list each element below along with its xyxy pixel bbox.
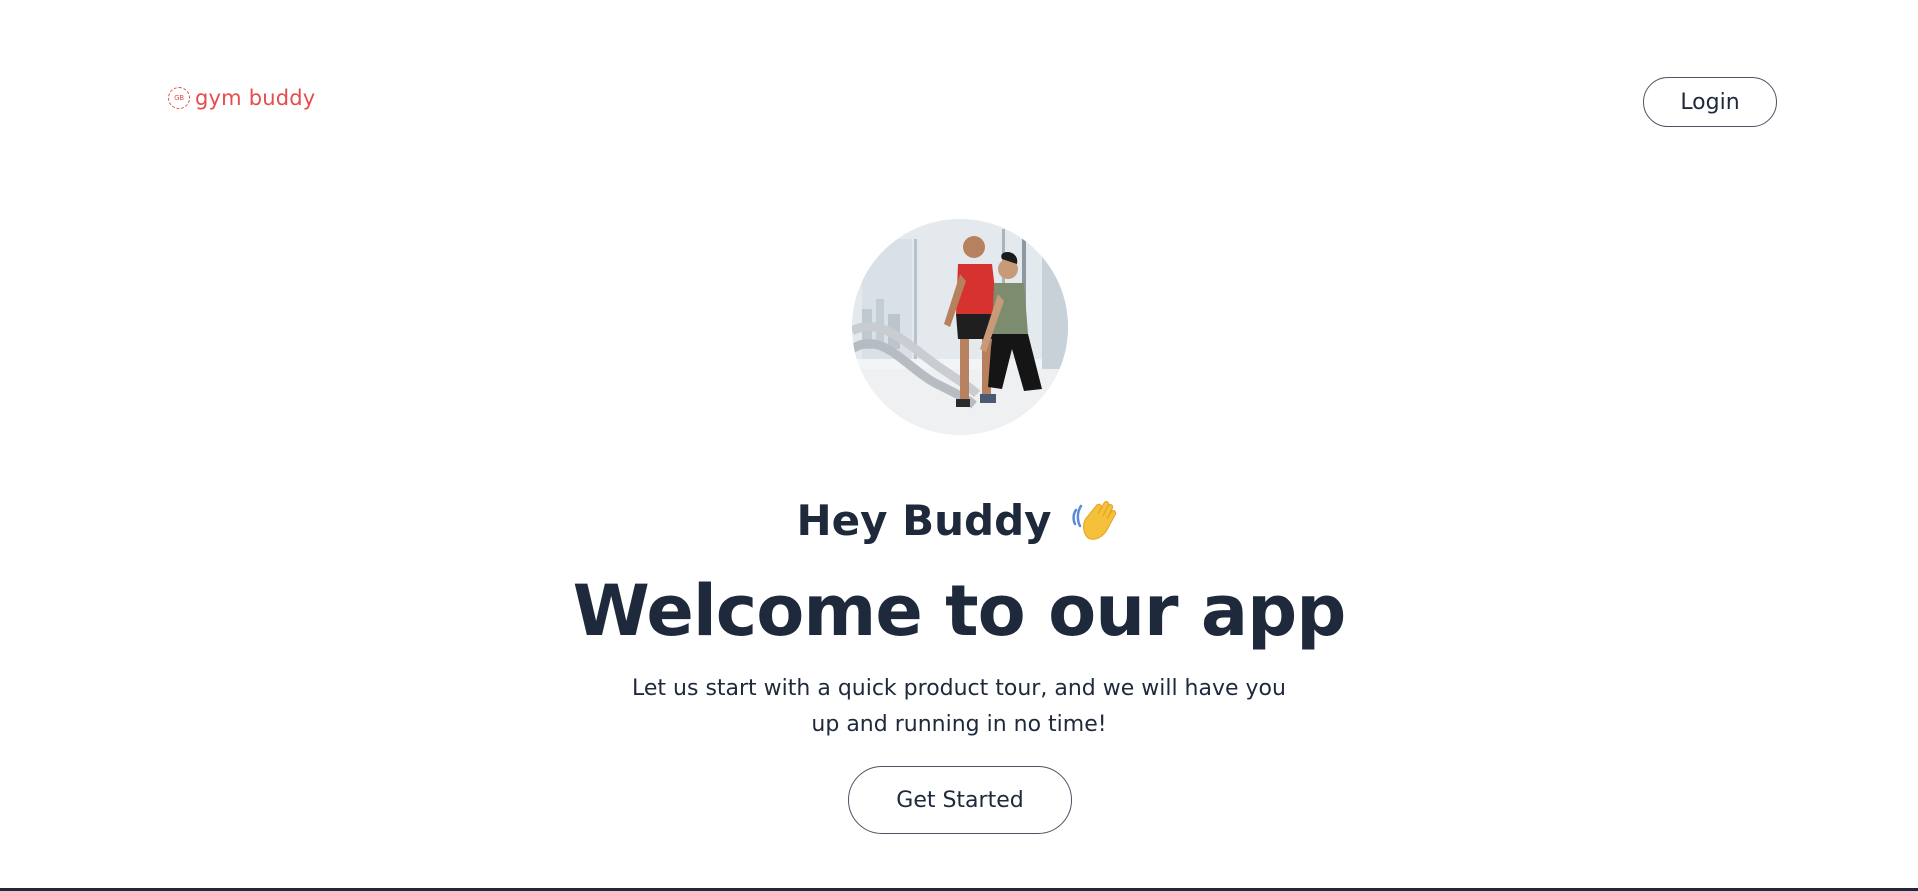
intro-text: Let us start with a quick product tour, … [632, 676, 1286, 737]
greeting-text: Hey Buddy [796, 495, 1052, 545]
get-started-button[interactable]: Get Started [848, 766, 1072, 834]
header: GB gym buddy Login [0, 0, 1918, 200]
welcome-page: GB gym buddy Login Hey Buddy Welcome to … [0, 0, 1918, 891]
logo-mark: GB [168, 87, 190, 109]
logo-text: gym buddy [195, 86, 316, 110]
logo[interactable]: GB gym buddy [168, 86, 315, 110]
waving-hand-icon [1070, 494, 1122, 546]
login-button[interactable]: Login [1643, 77, 1777, 127]
hero-image [852, 219, 1068, 435]
page-title: Welcome to our app [572, 570, 1347, 652]
greeting: Hey Buddy [0, 494, 1918, 546]
